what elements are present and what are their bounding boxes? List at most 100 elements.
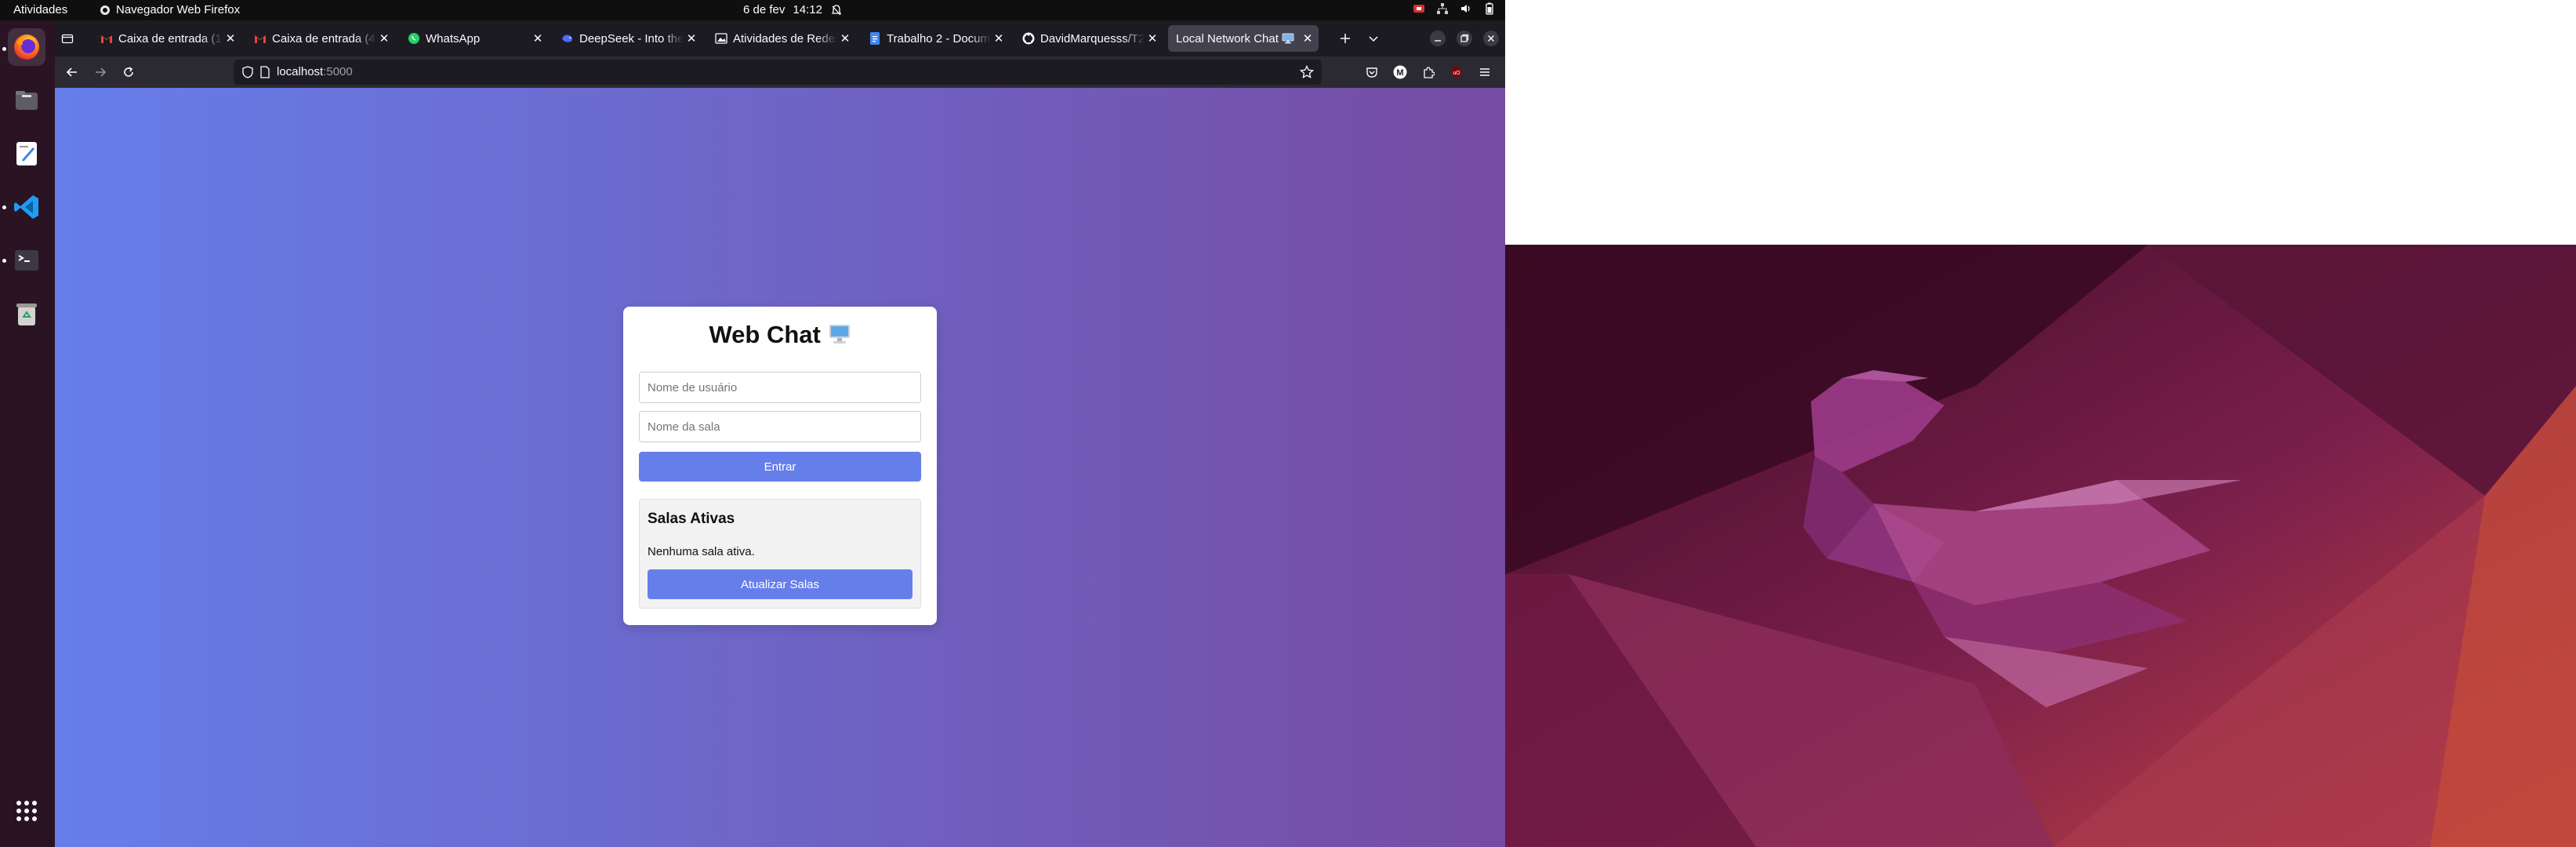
back-button[interactable] [63, 63, 82, 82]
tab-title: WhatsApp [426, 31, 481, 45]
close-icon [1483, 31, 1499, 46]
app-grid-icon [16, 801, 37, 821]
account-avatar-icon: M [1393, 65, 1407, 79]
tab-close-icon[interactable]: ✕ [991, 31, 1007, 45]
tab-close-icon[interactable]: ✕ [684, 31, 699, 45]
minimize-icon [1430, 31, 1446, 46]
recording-indicator-icon [1413, 5, 1424, 13]
computer-emoji-icon [829, 325, 850, 344]
dock-firefox[interactable] [8, 28, 45, 66]
forward-button[interactable] [91, 63, 110, 82]
clock[interactable]: 6 de fev 14:12 [743, 3, 843, 16]
puzzle-icon [1424, 67, 1435, 78]
tab-gmail-1[interactable]: Caixa de entrada (1.3 ✕ [93, 25, 241, 52]
tab-deepseek[interactable]: DeepSeek - Into the U ✕ [553, 25, 702, 52]
minimize-button[interactable] [1428, 29, 1447, 48]
tab-github[interactable]: DavidMarquesss/T2- ✕ [1014, 25, 1163, 52]
url-text: localhost:5000 [277, 65, 353, 78]
list-all-tabs-button[interactable] [1364, 29, 1383, 48]
shield-icon[interactable] [241, 66, 254, 78]
dock-vscode[interactable] [8, 188, 45, 226]
restore-button[interactable] [1455, 29, 1474, 48]
url-bar[interactable]: localhost:5000 [234, 60, 1322, 85]
restore-icon [1457, 31, 1472, 46]
plus-icon [1341, 34, 1350, 43]
pocket-icon [1366, 67, 1377, 78]
pocket-button[interactable] [1362, 63, 1381, 82]
enter-button[interactable]: Entrar [639, 452, 921, 482]
secondary-monitor [1505, 0, 2576, 847]
url-host: localhost [277, 65, 324, 78]
tab-overview-button[interactable] [58, 29, 77, 48]
hamburger-menu-icon [1480, 68, 1489, 76]
dock-files[interactable] [8, 82, 45, 119]
image-icon [715, 32, 727, 45]
computer-icon [1282, 32, 1294, 45]
tab-overview-icon [61, 34, 74, 44]
page-title: Web Chat [623, 321, 937, 349]
docs-icon [869, 32, 881, 45]
extensions-button[interactable] [1419, 63, 1438, 82]
firefox-window: Caixa de entrada (1.3 ✕ Caixa de entrada… [55, 20, 1505, 847]
dock-trash[interactable] [8, 295, 45, 333]
tab-title: Caixa de entrada (4.2 [272, 31, 376, 45]
navigation-toolbar: localhost:5000 M uO [55, 56, 1505, 88]
github-icon [1022, 32, 1035, 45]
close-window-button[interactable] [1482, 29, 1500, 48]
page-info-icon[interactable] [259, 66, 270, 78]
ublock-button[interactable]: uO [1447, 63, 1466, 82]
tab-close-icon[interactable]: ✕ [376, 31, 392, 45]
new-tab-button[interactable] [1336, 29, 1355, 48]
gmail-icon [254, 32, 267, 45]
dock-terminal[interactable] [8, 242, 45, 279]
tab-title: Trabalho 2 - Docume [887, 31, 991, 45]
system-tray[interactable] [1413, 2, 1496, 15]
firefox-icon [14, 35, 39, 60]
bookmark-star-icon[interactable] [1300, 65, 1314, 79]
svg-text:M: M [1396, 68, 1403, 78]
activities-button[interactable]: Atividades [13, 3, 67, 16]
username-input[interactable] [639, 372, 921, 403]
ublock-icon: uO [1452, 67, 1461, 78]
tab-whatsapp[interactable]: WhatsApp ✕ [400, 25, 549, 52]
dock-running-indicator [2, 205, 6, 209]
tab-close-icon[interactable]: ✕ [530, 31, 546, 45]
refresh-rooms-button[interactable]: Atualizar Salas [648, 569, 912, 599]
reload-icon [124, 67, 133, 77]
tab-title: DavidMarquesss/T2- [1040, 31, 1145, 45]
tab-close-icon[interactable]: ✕ [1145, 31, 1160, 45]
trash-icon [16, 304, 37, 325]
active-rooms-empty-message: Nenhuma sala ativa. [648, 545, 755, 558]
dock-running-indicator [2, 47, 6, 51]
account-button[interactable]: M [1391, 63, 1410, 82]
deepseek-icon [561, 32, 574, 45]
room-input[interactable] [639, 411, 921, 442]
app-menu-button[interactable] [1475, 63, 1494, 82]
web-page: Web Chat Entrar Salas Ativas Nenhuma sal… [55, 88, 1505, 847]
tab-close-icon[interactable]: ✕ [223, 31, 238, 45]
vscode-icon [14, 195, 38, 219]
tab-local-network-chat[interactable]: Local Network Chat ✕ [1168, 25, 1319, 52]
ubuntu-dock [0, 20, 55, 847]
app-menu[interactable]: Navegador Web Firefox [99, 3, 240, 16]
firefox-small-icon [100, 5, 110, 15]
arrow-right-icon [96, 67, 107, 77]
text-editor-icon [16, 142, 37, 165]
files-icon [16, 91, 38, 110]
dock-running-indicator [2, 259, 6, 263]
tab-close-icon[interactable]: ✕ [837, 31, 853, 45]
tab-gmail-2[interactable]: Caixa de entrada (4.2 ✕ [246, 25, 395, 52]
app-menu-label: Navegador Web Firefox [116, 3, 241, 16]
tab-title: Local Network Chat [1176, 31, 1279, 45]
active-rooms-panel: Salas Ativas Nenhuma sala ativa. Atualiz… [639, 499, 921, 609]
ubuntu-jellyfish-wallpaper [1505, 245, 2576, 847]
dock-show-apps[interactable] [8, 792, 45, 830]
battery-icon [1486, 2, 1493, 15]
tab-close-icon[interactable]: ✕ [1300, 31, 1315, 45]
volume-icon [1461, 5, 1470, 13]
dock-text-editor[interactable] [8, 135, 45, 173]
tab-google-docs[interactable]: Trabalho 2 - Docume ✕ [861, 25, 1010, 52]
reload-button[interactable] [119, 63, 138, 82]
login-card: Web Chat Entrar Salas Ativas Nenhuma sal… [623, 307, 937, 625]
tab-atividades[interactable]: Atividades de Redes ✕ [707, 25, 856, 52]
